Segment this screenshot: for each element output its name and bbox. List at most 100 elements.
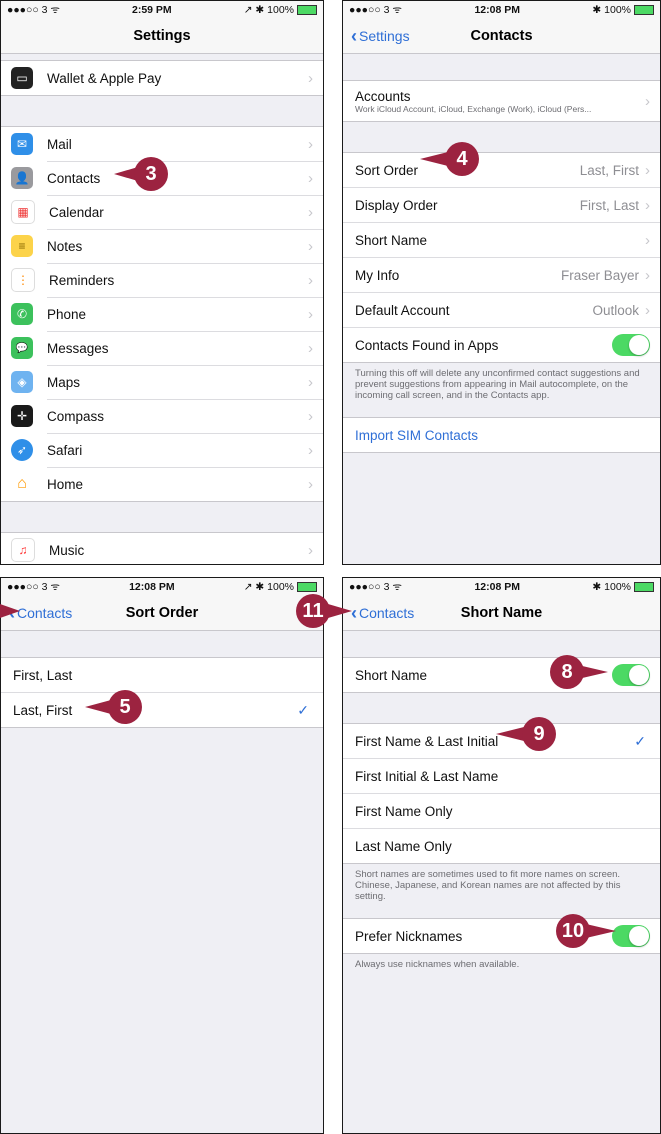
settings-row-wallet[interactable]: ▭ Wallet & Apple Pay ›: [1, 61, 323, 95]
settings-row-calendar[interactable]: ▦ Calendar ›: [1, 195, 323, 229]
settings-row-mail[interactable]: ✉ Mail ›: [1, 127, 323, 161]
short-name-toggle[interactable]: [612, 664, 650, 686]
chevron-right-icon: ›: [308, 339, 313, 357]
accounts-subtitle: Work iCloud Account, iCloud, Exchange (W…: [355, 103, 592, 114]
chevron-right-icon: ›: [308, 475, 313, 493]
sort-order-screen: ●●●○○ 3 ᯤ 12:08 PM ↗ ✱ 100% ‹ Contacts So…: [0, 577, 324, 1134]
found-in-apps-toggle[interactable]: [612, 334, 650, 356]
row-value: Last, First: [579, 162, 639, 178]
battery-status: ↗ ✱ 100%: [244, 4, 317, 16]
settings-row-reminders[interactable]: ⋮ Reminders ›: [1, 263, 323, 297]
short-name-row[interactable]: Short Name ›: [343, 222, 660, 257]
row-label: Display Order: [355, 197, 438, 213]
notes-icon: ≡: [11, 235, 33, 257]
page-title: Short Name: [460, 605, 543, 621]
option-first-initial-last-name[interactable]: First Initial & Last Name: [343, 758, 660, 793]
messages-icon: 💬: [11, 337, 33, 359]
row-label: Mail: [47, 136, 72, 152]
carrier-signal: ●●●○○ 3 ᯤ: [349, 581, 402, 593]
row-label: Reminders: [49, 272, 115, 288]
prefer-nicknames-toggle[interactable]: [612, 925, 650, 947]
sort-option-first-last[interactable]: First, Last: [1, 658, 323, 692]
calendar-icon: ▦: [11, 200, 35, 224]
import-sim-row[interactable]: Import SIM Contacts: [343, 418, 660, 452]
callout-10: 10: [556, 914, 590, 948]
chevron-right-icon: ›: [645, 301, 650, 319]
accounts-group: Accounts Work iCloud Account, iCloud, Ex…: [343, 80, 660, 122]
clock: 12:08 PM: [129, 581, 175, 593]
callout-11-arrow: [328, 604, 352, 618]
row-value: Outlook: [592, 302, 639, 318]
row-label: Maps: [47, 374, 81, 390]
page-title: Settings: [133, 28, 191, 44]
settings-row-music[interactable]: ♫ Music ›: [1, 533, 323, 564]
battery-status: ✱ 100%: [592, 581, 654, 593]
chevron-right-icon: ›: [308, 373, 313, 391]
option-last-name-only[interactable]: Last Name Only: [343, 828, 660, 863]
settings-row-compass[interactable]: ✛ Compass ›: [1, 399, 323, 433]
chevron-right-icon: ›: [308, 237, 313, 255]
page-title: Contacts: [470, 28, 533, 44]
short-name-screen: ●●●○○ 3 ᯤ 12:08 PM ✱ 100% ‹ Contacts Shor…: [342, 577, 661, 1134]
callout-9-arrow: [496, 727, 524, 741]
status-bar: ●●●○○ 3 ᯤ 12:08 PM ✱ 100%: [343, 578, 660, 596]
contacts-icon: 👤: [11, 167, 33, 189]
import-group: Import SIM Contacts: [343, 417, 660, 453]
settings-row-messages[interactable]: 💬 Messages ›: [1, 331, 323, 365]
settings-row-safari[interactable]: ➶ Safari ›: [1, 433, 323, 467]
settings-row-maps[interactable]: ◈ Maps ›: [1, 365, 323, 399]
carrier-signal: ●●●○○ 3 ᯤ: [349, 4, 402, 16]
chevron-right-icon: ›: [308, 203, 313, 221]
callout-3: 3: [134, 157, 168, 191]
chevron-right-icon: ›: [308, 169, 313, 187]
settings-row-home[interactable]: ⌂ Home ›: [1, 467, 323, 501]
clock: 12:08 PM: [474, 4, 520, 16]
callout-edge-arrow: [0, 604, 20, 618]
row-value: First, Last: [579, 197, 639, 213]
back-button[interactable]: ‹ Settings: [351, 19, 410, 53]
chevron-right-icon: ›: [645, 92, 650, 110]
display-order-row[interactable]: Display Order First, Last ›: [343, 187, 660, 222]
carrier-signal: ●●●○○ 3 ᯤ: [7, 581, 60, 593]
contacts-screen: ●●●○○ 3 ᯤ 12:08 PM ✱ 100% ‹ Settings Cont…: [342, 0, 661, 565]
callout-9: 9: [522, 717, 556, 751]
status-bar: ●●●○○ 3 ᯤ 12:08 PM ↗ ✱ 100%: [1, 578, 323, 596]
row-label: Safari: [47, 442, 83, 458]
callout-10-arrow: [586, 924, 616, 938]
short-name-footer: Short names are sometimes used to fit mo…: [355, 869, 621, 902]
back-button[interactable]: ‹ Contacts: [351, 596, 414, 630]
reminders-icon: ⋮: [11, 268, 35, 292]
callout-4: 4: [445, 142, 479, 176]
default-account-row[interactable]: Default Account Outlook ›: [343, 292, 660, 327]
sort-order-row[interactable]: Sort Order Last, First ›: [343, 153, 660, 187]
option-first-name-only[interactable]: First Name Only: [343, 793, 660, 828]
row-label: Contacts: [47, 170, 101, 186]
import-sim-link[interactable]: Import SIM Contacts: [355, 428, 650, 443]
settings-row-notes[interactable]: ≡ Notes ›: [1, 229, 323, 263]
battery-icon: [634, 582, 654, 593]
compass-icon: ✛: [11, 405, 33, 427]
chevron-left-icon: ‹: [351, 25, 357, 46]
accounts-label: Accounts: [355, 88, 411, 104]
settings-row-phone[interactable]: ✆ Phone ›: [1, 297, 323, 331]
maps-icon: ◈: [11, 371, 33, 393]
short-name-row: Short Name: [343, 658, 660, 692]
battery-status: ✱ 100%: [592, 4, 654, 16]
row-label: First Initial & Last Name: [355, 768, 499, 784]
nav-bar: Settings: [1, 19, 323, 54]
battery-status: ↗ ✱ 100%: [244, 581, 317, 593]
sort-option-last-first[interactable]: Last, First ✓: [1, 692, 323, 727]
row-label: First Name Only: [355, 803, 453, 819]
chevron-right-icon: ›: [308, 541, 313, 559]
nicknames-footer: Always use nicknames when available.: [355, 959, 520, 970]
callout-11: 11: [296, 594, 330, 628]
clock: 12:08 PM: [474, 581, 520, 593]
accounts-row[interactable]: Accounts Work iCloud Account, iCloud, Ex…: [343, 81, 660, 121]
row-label: First Name & Last Initial: [355, 733, 499, 749]
my-info-row[interactable]: My Info Fraser Bayer ›: [343, 257, 660, 292]
row-value: Fraser Bayer: [560, 267, 639, 283]
phone-icon: ✆: [11, 303, 33, 325]
accounts-text: Accounts Work iCloud Account, iCloud, Ex…: [355, 89, 645, 114]
row-label: Home: [47, 476, 84, 492]
safari-icon: ➶: [11, 439, 33, 461]
